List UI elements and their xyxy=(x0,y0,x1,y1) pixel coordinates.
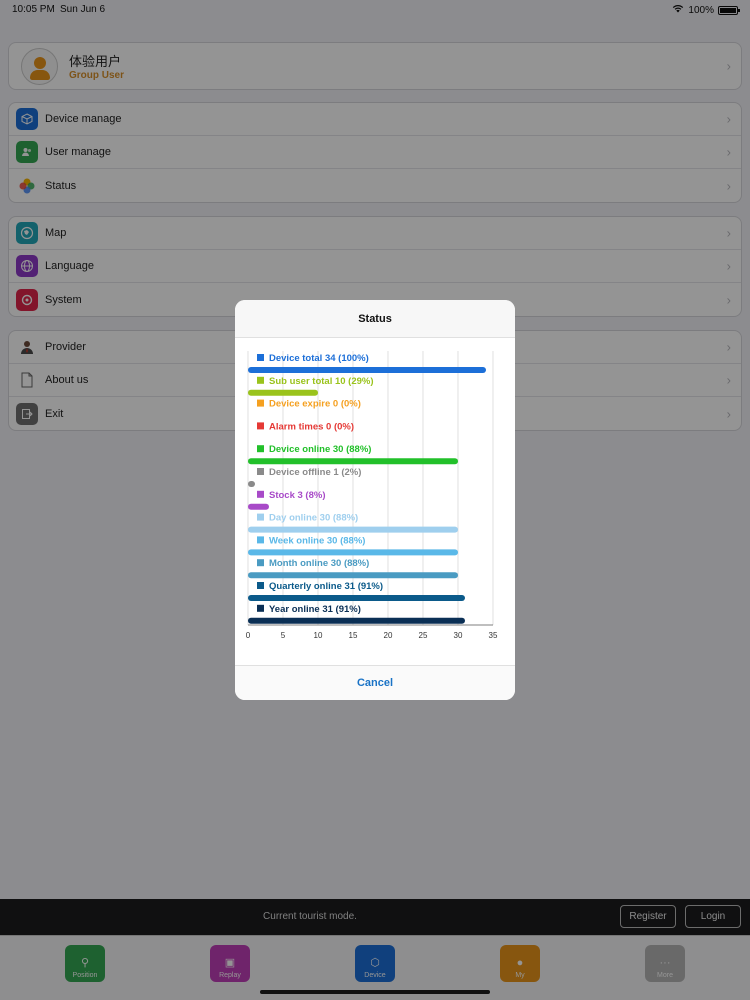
x-tick-label: 10 xyxy=(314,631,323,640)
legend-swatch xyxy=(257,468,264,475)
bar-label: Year online 31 (91%) xyxy=(269,604,361,615)
legend-swatch xyxy=(257,422,264,430)
legend-swatch xyxy=(257,559,264,567)
bar-label: Device expire 0 (0%) xyxy=(269,399,361,410)
dialog-title: Status xyxy=(235,300,515,338)
bar-label: Alarm times 0 (0%) xyxy=(269,421,354,432)
bar xyxy=(248,595,465,601)
bar-label: Device offline 1 (2%) xyxy=(269,467,361,478)
bar-label: Sub user total 10 (29%) xyxy=(269,376,374,387)
x-tick-label: 20 xyxy=(384,631,393,640)
bar xyxy=(248,549,458,556)
bar-label: Device online 30 (88%) xyxy=(269,444,371,455)
legend-swatch xyxy=(257,582,264,589)
bar-label: Month online 30 (88%) xyxy=(269,558,369,569)
legend-swatch xyxy=(257,490,264,498)
home-indicator xyxy=(260,990,490,994)
bar xyxy=(248,526,458,533)
x-tick-label: 15 xyxy=(349,631,358,640)
legend-swatch xyxy=(257,513,264,521)
status-bar-chart: 0 5 10 15 20 25 30 35 Device total 34 (100%) Sub … xyxy=(246,351,498,640)
x-tick-label: 30 xyxy=(454,631,463,640)
bar xyxy=(248,389,318,396)
bar-label: Week online 30 (88%) xyxy=(269,535,365,546)
bar xyxy=(248,503,269,510)
bar xyxy=(248,458,458,465)
legend-swatch xyxy=(257,445,264,453)
legend-swatch xyxy=(257,604,264,612)
bar-label: Day online 30 (88%) xyxy=(269,513,358,524)
x-tick-label: 0 xyxy=(246,631,251,640)
legend-swatch xyxy=(257,399,264,407)
status-dialog: Status 0 5 10 15 20 25 30 35 Device total 34 (10… xyxy=(235,300,515,700)
legend-swatch xyxy=(257,536,264,544)
cancel-button[interactable]: Cancel xyxy=(235,665,515,700)
x-tick-label: 35 xyxy=(489,631,498,640)
bar xyxy=(248,481,255,487)
bar-label: Quarterly online 31 (91%) xyxy=(269,581,383,592)
x-tick-label: 25 xyxy=(419,631,428,640)
legend-swatch xyxy=(257,354,264,361)
bar xyxy=(248,572,458,579)
x-tick-label: 5 xyxy=(281,631,286,640)
bar-label: Device total 34 (100%) xyxy=(269,353,369,364)
legend-swatch xyxy=(257,376,264,384)
bar-label: Stock 3 (8%) xyxy=(269,490,326,501)
bar xyxy=(248,617,465,624)
bar xyxy=(248,367,486,373)
